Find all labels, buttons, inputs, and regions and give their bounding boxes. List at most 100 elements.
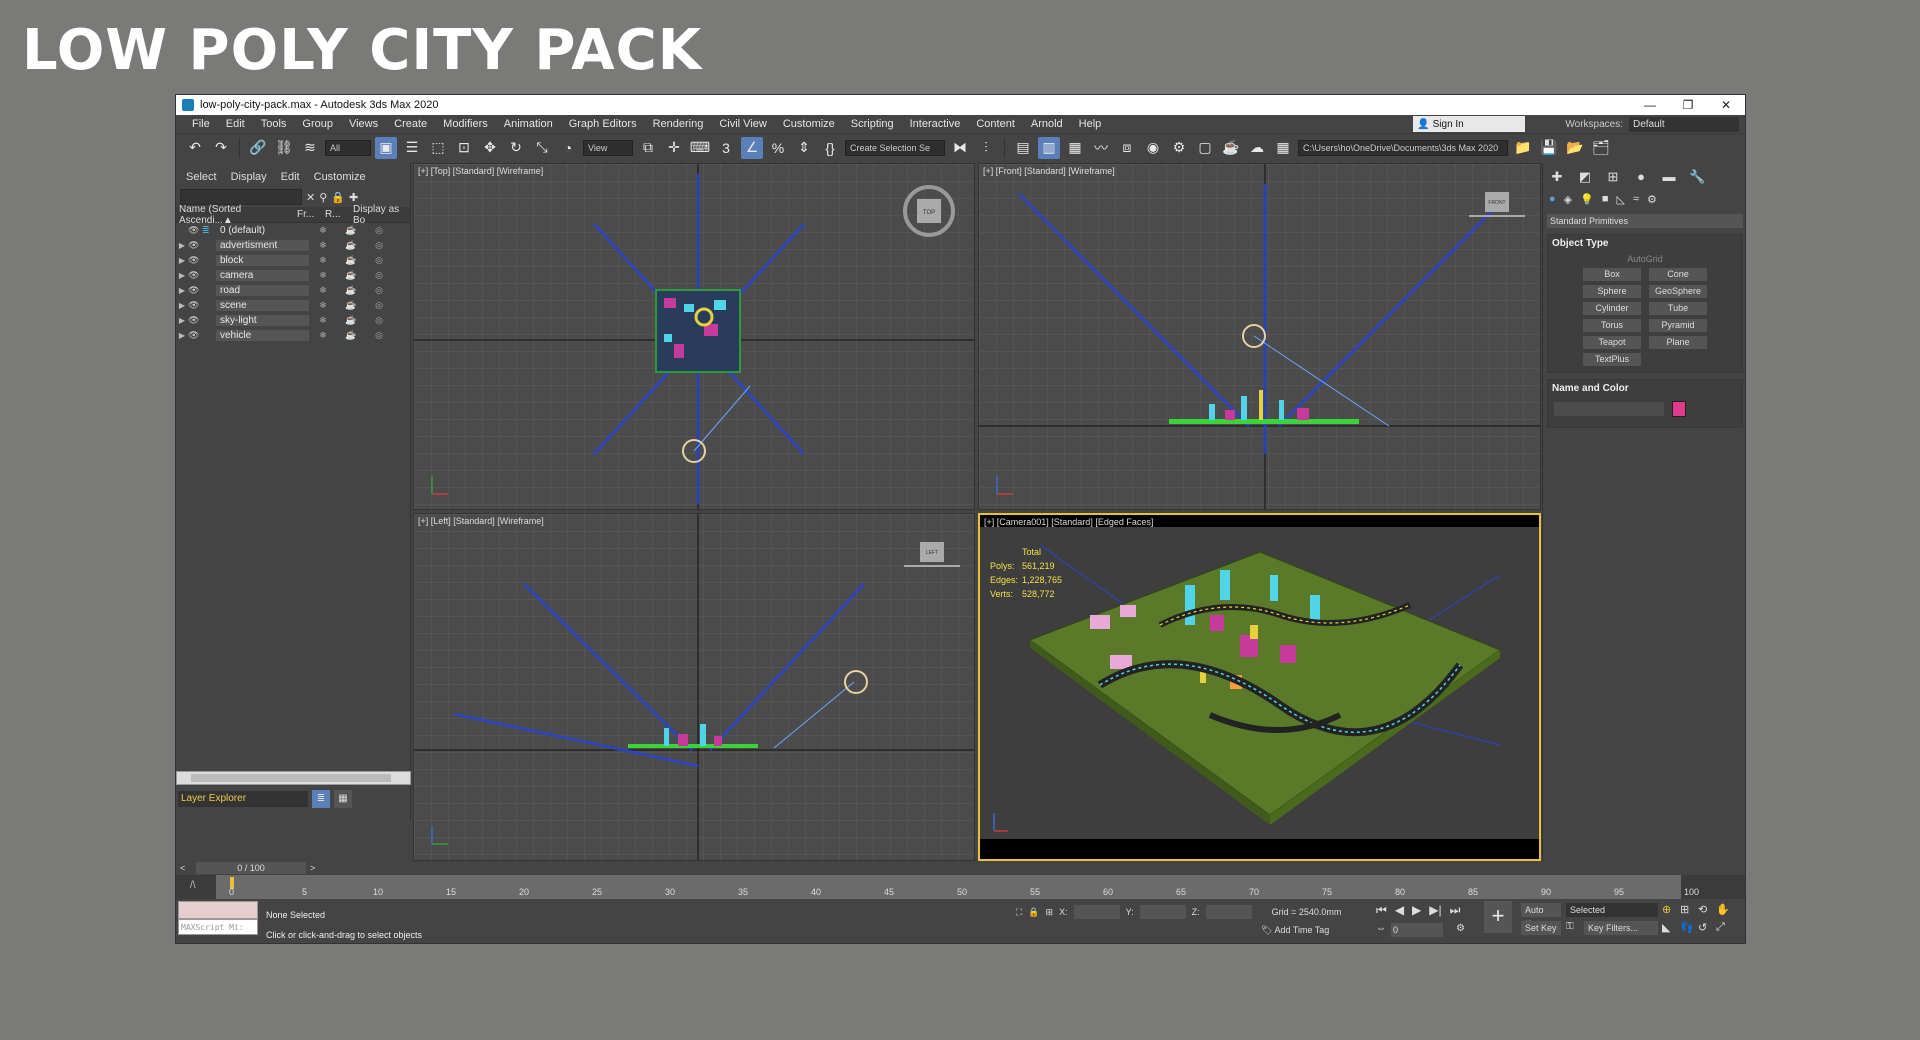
placement-icon[interactable]: ◔ (557, 137, 579, 159)
render-teapot-icon[interactable]: ☕ (337, 285, 365, 296)
layer-row[interactable]: ▶ 👁 vehicle ❄ ☕ ◎ (176, 328, 410, 343)
track-bar[interactable]: /\ 0 5 10 15 20 25 30 35 40 45 50 55 60 … (176, 875, 1745, 899)
expand-arrow-icon[interactable]: ▶ (176, 271, 188, 280)
menu-tools[interactable]: Tools (253, 118, 295, 130)
render-teapot-icon[interactable]: ☕ (337, 330, 365, 341)
workspace-dropdown[interactable]: Default (1629, 116, 1739, 132)
helpers-icon[interactable]: ◺ (1616, 193, 1624, 206)
viewcube-label[interactable]: FRONT (1488, 200, 1505, 206)
expand-arrow-icon[interactable]: ▶ (176, 301, 188, 310)
explorer-horizontal-scrollbar[interactable] (176, 771, 411, 785)
scrollbar-thumb[interactable] (191, 774, 391, 782)
explorer-tab-customize[interactable]: Customize (314, 171, 366, 183)
align-icon[interactable]: ⫶ (975, 137, 997, 159)
unlink-icon[interactable]: ⛓ (273, 137, 295, 159)
render-teapot-icon[interactable]: ☕ (337, 270, 365, 281)
render-setup-icon[interactable]: ⚙ (1168, 137, 1190, 159)
utilities-tab-icon[interactable]: 🔧 (1689, 169, 1705, 185)
freeze-icon[interactable]: ❄ (309, 285, 337, 296)
geometry-icon[interactable]: ● (1549, 193, 1556, 206)
box-display-icon[interactable]: ◎ (365, 285, 393, 296)
curve-editor-mini-icon[interactable]: /\ (190, 880, 196, 891)
motion-tab-icon[interactable]: ● (1633, 169, 1649, 185)
rectangle-selection-icon[interactable]: ⬚ (427, 137, 449, 159)
object-type-title[interactable]: Object Type (1548, 235, 1742, 252)
field-of-view-icon[interactable]: ◣ (1662, 921, 1670, 934)
viewport-left[interactable]: [+] [Left] [Standard] [Wireframe] LEFT (413, 513, 975, 861)
rotate-icon[interactable]: ↻ (505, 137, 527, 159)
pivot-icon[interactable]: ⧉ (637, 137, 659, 159)
reference-coord-dropdown[interactable]: View (583, 139, 633, 156)
visibility-eye-icon[interactable]: 👁 (188, 240, 202, 251)
visibility-eye-icon[interactable]: 👁 (188, 285, 202, 296)
layer-row[interactable]: ▶ 👁 advertisment ❄ ☕ ◎ (176, 238, 410, 253)
time-configuration-icon[interactable]: ⚙ (1456, 923, 1465, 934)
viewport-label[interactable]: [+] [Front] [Standard] [Wireframe] (983, 166, 1115, 176)
save-project-icon[interactable]: 💾 (1538, 137, 1560, 159)
edit-named-selection-icon[interactable]: {} (819, 137, 841, 159)
expand-arrow-icon[interactable]: ▶ (176, 286, 188, 295)
menu-animation[interactable]: Animation (496, 118, 561, 130)
render-production-icon[interactable]: ☕ (1220, 137, 1242, 159)
spinner-snap-icon[interactable]: ⇕ (793, 137, 815, 159)
menu-arnold[interactable]: Arnold (1023, 118, 1071, 130)
lock-icon[interactable]: 🔒 (331, 191, 345, 204)
viewport-top[interactable]: [+] [Top] [Standard] [Wireframe] TOP (413, 163, 975, 510)
isolate-selection-icon[interactable]: ⛶ (1016, 907, 1022, 918)
bind-spacewarp-icon[interactable]: ≋ (299, 137, 321, 159)
scale-icon[interactable]: ⤡ (531, 137, 553, 159)
select-by-name-icon[interactable]: ☰ (401, 137, 423, 159)
textplus-button[interactable]: TextPlus (1583, 353, 1641, 366)
keyboard-shortcut-icon[interactable]: ⌨ (689, 137, 711, 159)
open-project-icon[interactable]: 📂 (1564, 137, 1586, 159)
hierarchy-tab-icon[interactable]: ⊞ (1605, 169, 1621, 185)
box-display-icon[interactable]: ◎ (365, 330, 393, 341)
column-display-as-box[interactable]: Display as Bo (350, 204, 408, 226)
menu-graph-editors[interactable]: Graph Editors (561, 118, 645, 130)
menu-interactive[interactable]: Interactive (902, 118, 969, 130)
sign-in-dropdown[interactable]: 👤 Sign In (1413, 116, 1526, 132)
z-coordinate-field[interactable] (1205, 905, 1252, 919)
percent-snap-icon[interactable]: % (767, 137, 789, 159)
undo-icon[interactable]: ↶ (184, 137, 206, 159)
box-display-icon[interactable]: ◎ (365, 270, 393, 281)
pyramid-button[interactable]: Pyramid (1649, 319, 1707, 332)
autogrid-checkbox[interactable]: AutoGrid (1548, 254, 1742, 264)
set-key-button[interactable]: Set Key (1521, 921, 1561, 935)
menu-scripting[interactable]: Scripting (843, 118, 902, 130)
visibility-eye-icon[interactable]: 👁 (188, 270, 202, 281)
menu-content[interactable]: Content (968, 118, 1023, 130)
viewport-camera[interactable]: [+] [Camera001] [Standard] [Edged Faces]… (978, 513, 1541, 861)
visibility-eye-icon[interactable]: 👁 (188, 255, 202, 266)
go-to-start-icon[interactable]: ⏮ (1376, 903, 1387, 918)
box-button[interactable]: Box (1583, 268, 1641, 281)
name-color-title[interactable]: Name and Color (1548, 380, 1742, 397)
menu-group[interactable]: Group (294, 118, 341, 130)
maximize-button[interactable]: ❐ (1669, 98, 1707, 112)
maxscript-input[interactable]: MAXScript Mi: (178, 919, 258, 935)
freeze-icon[interactable]: ❄ (309, 330, 337, 341)
schematic-view-icon[interactable]: ⧈ (1116, 137, 1138, 159)
viewcube-label[interactable]: LEFT (926, 550, 938, 556)
viewport-label[interactable]: [+] [Camera001] [Standard] [Edged Faces] (984, 517, 1153, 527)
y-coordinate-field[interactable] (1139, 905, 1186, 919)
selection-filter-dropdown[interactable]: All (325, 139, 371, 156)
menu-customize[interactable]: Customize (775, 118, 843, 130)
curve-editor-icon[interactable]: 〰 (1090, 137, 1112, 159)
x-coordinate-field[interactable] (1073, 905, 1120, 919)
freeze-icon[interactable]: ❄ (309, 240, 337, 251)
tube-button[interactable]: Tube (1649, 302, 1707, 315)
slider-next-icon[interactable]: > (310, 863, 315, 873)
pan-icon[interactable]: ✋ (1716, 903, 1730, 916)
maxscript-listener[interactable]: MAXScript Mi: (178, 901, 258, 939)
track-scale[interactable] (216, 875, 1681, 899)
layer-row[interactable]: ▶ 👁 sky-light ❄ ☕ ◎ (176, 313, 410, 328)
rendered-frame-window-icon[interactable]: ▢ (1194, 137, 1216, 159)
key-filters-button[interactable]: Key Filters... (1584, 921, 1658, 935)
render-teapot-icon[interactable]: ☕ (337, 255, 365, 266)
play-icon[interactable]: ▶ (1412, 903, 1421, 918)
plane-button[interactable]: Plane (1649, 336, 1707, 349)
snaps-toggle-icon[interactable]: 3 (715, 137, 737, 159)
key-mode-toggle-icon[interactable]: ⇔ (1376, 923, 1386, 934)
box-display-icon[interactable]: ◎ (365, 255, 393, 266)
